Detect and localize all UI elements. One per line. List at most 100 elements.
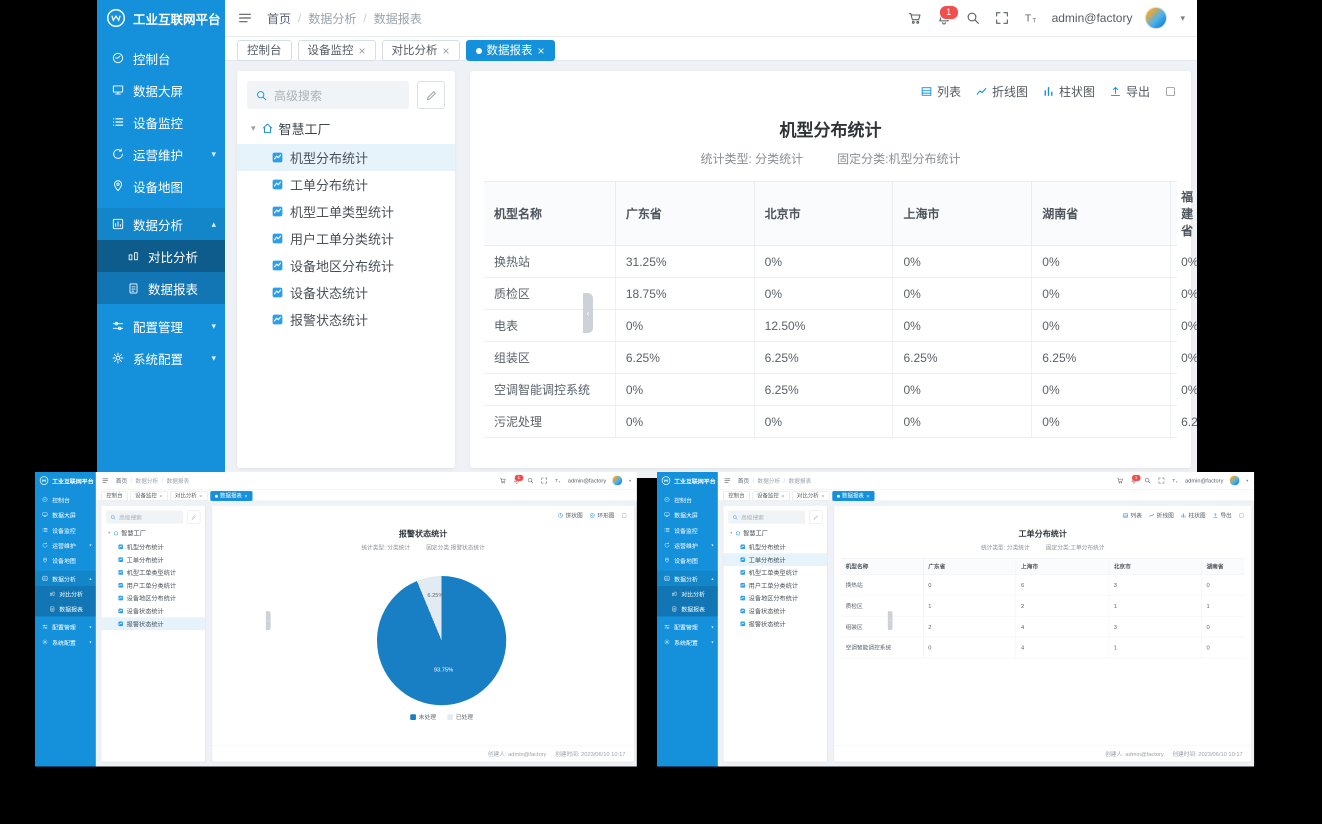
sidebar-item[interactable]: 数据大屏 (97, 74, 225, 106)
sidebar-item[interactable]: 设备监控 (35, 522, 96, 537)
tab-console[interactable]: 控制台 (102, 491, 128, 501)
close-icon[interactable]: × (538, 45, 545, 57)
tree-item[interactable]: 用户工单分类统计 (102, 579, 206, 592)
advanced-search-input[interactable]: 高级搜索 (106, 510, 183, 523)
panel-collapse-handle[interactable]: ‹ (266, 611, 271, 630)
sidebar-subitem[interactable]: 对比分析 (97, 240, 225, 272)
toolbar-button[interactable]: 列表 (920, 83, 961, 100)
fullscreen-icon[interactable] (994, 10, 1010, 26)
tab-device-monitor[interactable]: 设备监控× (298, 40, 376, 61)
cart-icon[interactable] (907, 10, 923, 26)
sidebar-item[interactable]: 系统配置 ▾ (97, 342, 225, 374)
tree-root[interactable]: ▾ 智慧工厂 (247, 109, 445, 142)
tree-item[interactable]: 设备状态统计 (237, 279, 455, 306)
close-icon[interactable]: × (781, 493, 784, 499)
breadcrumb-home[interactable]: 首页 (116, 477, 127, 485)
close-icon[interactable]: × (159, 493, 162, 499)
tab-console[interactable]: 控制台 (237, 40, 292, 61)
tree-item[interactable]: 机型工单类型统计 (237, 198, 455, 225)
tree-item[interactable]: 用户工单分类统计 (724, 579, 828, 592)
caret-down-icon[interactable]: ▾ (108, 530, 110, 535)
sidebar-item[interactable]: 数据大屏 (657, 507, 718, 522)
toolbar-button[interactable]: 折线图 (1149, 511, 1174, 519)
breadcrumb-data-analysis[interactable]: 数据分析 (308, 10, 356, 27)
close-icon[interactable]: × (866, 493, 869, 499)
sidebar-item-data-analysis[interactable]: 数据分析 ▴ (97, 208, 225, 240)
toolbar-button[interactable]: 列表 (1122, 511, 1141, 519)
close-icon[interactable]: × (244, 493, 247, 499)
hamburger-icon[interactable] (237, 10, 253, 26)
tab-console[interactable]: 控制台 (724, 491, 750, 501)
edit-button[interactable] (417, 81, 445, 109)
user-account[interactable]: admin@factory (568, 477, 606, 484)
tree-root[interactable]: ▾ 智慧工厂 (728, 524, 822, 540)
close-icon[interactable]: × (359, 45, 366, 57)
close-icon[interactable]: × (821, 493, 824, 499)
legend-item[interactable]: 未处理 (410, 713, 436, 721)
tree-item[interactable]: 报警状态统计 (724, 617, 828, 630)
tab-data-report[interactable]: 数据报表× (210, 491, 252, 501)
search-icon[interactable] (526, 477, 534, 485)
breadcrumb-data-analysis[interactable]: 数据分析 (135, 477, 158, 485)
tab-device-monitor[interactable]: 设备监控× (130, 491, 167, 501)
sidebar-item[interactable]: 设备地图 (657, 553, 718, 568)
tab-compare-analysis[interactable]: 对比分析× (170, 491, 207, 501)
sidebar-item[interactable]: 系统配置 ▾ (657, 634, 718, 649)
avatar[interactable] (612, 475, 622, 485)
tab-compare-analysis[interactable]: 对比分析× (382, 40, 460, 61)
caret-down-icon[interactable]: ▾ (1246, 478, 1248, 483)
panel-collapse-handle[interactable]: ‹ (583, 293, 593, 333)
pie-chart[interactable]: 6.25% 93.75% (377, 576, 506, 705)
tree-item[interactable]: 设备状态统计 (724, 605, 828, 618)
toolbar-button[interactable]: 环形图 (589, 511, 614, 519)
toolbar-button[interactable]: 柱状图 (1042, 83, 1095, 100)
sidebar-item[interactable]: 配置管理 ▾ (97, 310, 225, 342)
close-icon[interactable]: × (199, 493, 202, 499)
checkbox-icon[interactable] (1238, 512, 1244, 518)
tree-item[interactable]: 机型工单类型统计 (102, 566, 206, 579)
tree-item[interactable]: 工单分布统计 (237, 171, 455, 198)
fullscreen-icon[interactable] (540, 477, 548, 485)
tree-item[interactable]: 工单分布统计 (724, 553, 828, 566)
sidebar-item[interactable]: 运营维护 ▾ (97, 138, 225, 170)
tab-data-report[interactable]: 数据报表× (832, 491, 874, 501)
edit-button[interactable] (809, 510, 822, 523)
caret-down-icon[interactable]: ▾ (1180, 13, 1185, 24)
font-size-icon[interactable] (554, 477, 562, 485)
checkbox-icon[interactable] (1164, 85, 1177, 98)
sidebar-item[interactable]: 控制台 (97, 42, 225, 74)
tree-item[interactable]: 设备状态统计 (102, 605, 206, 618)
sidebar-item[interactable]: 控制台 (35, 492, 96, 507)
advanced-search-input[interactable]: 高级搜索 (247, 81, 409, 109)
sidebar-item-data-analysis[interactable]: 数据分析 ▴ (35, 571, 96, 586)
breadcrumb-data-analysis[interactable]: 数据分析 (757, 477, 780, 485)
caret-down-icon[interactable]: ▾ (629, 478, 631, 483)
advanced-search-input[interactable]: 高级搜索 (728, 510, 805, 523)
tab-device-monitor[interactable]: 设备监控× (752, 491, 789, 501)
user-account[interactable]: admin@factory (1052, 11, 1133, 25)
edit-button[interactable] (187, 510, 200, 523)
toolbar-button[interactable]: 导出 (1109, 83, 1150, 100)
sidebar-subitem[interactable]: 数据报表 (97, 272, 225, 304)
tree-item[interactable]: 工单分布统计 (102, 553, 206, 566)
legend-item[interactable]: 已处理 (447, 713, 473, 721)
hamburger-icon[interactable] (102, 477, 110, 485)
panel-collapse-handle[interactable]: ‹ (888, 611, 893, 630)
sidebar-subitem[interactable]: 数据报表 (657, 601, 718, 616)
toolbar-button[interactable]: 导出 (1212, 511, 1231, 519)
tree-item[interactable]: 设备地区分布统计 (102, 592, 206, 605)
tree-item[interactable]: 设备地区分布统计 (237, 252, 455, 279)
checkbox-icon[interactable] (621, 512, 627, 518)
breadcrumb-home[interactable]: 首页 (738, 477, 749, 485)
tree-item[interactable]: 报警状态统计 (102, 617, 206, 630)
sidebar-subitem[interactable]: 数据报表 (35, 601, 96, 616)
tab-compare-analysis[interactable]: 对比分析× (792, 491, 829, 501)
cart-icon[interactable] (499, 477, 507, 485)
sidebar-item[interactable]: 设备监控 (657, 522, 718, 537)
toolbar-button[interactable]: 饼状图 (557, 511, 582, 519)
tree-item[interactable]: 设备地区分布统计 (724, 592, 828, 605)
search-icon[interactable] (1144, 477, 1152, 485)
tree-item[interactable]: 用户工单分类统计 (237, 225, 455, 252)
close-icon[interactable]: × (443, 45, 450, 57)
sidebar-item[interactable]: 设备地图 (35, 553, 96, 568)
